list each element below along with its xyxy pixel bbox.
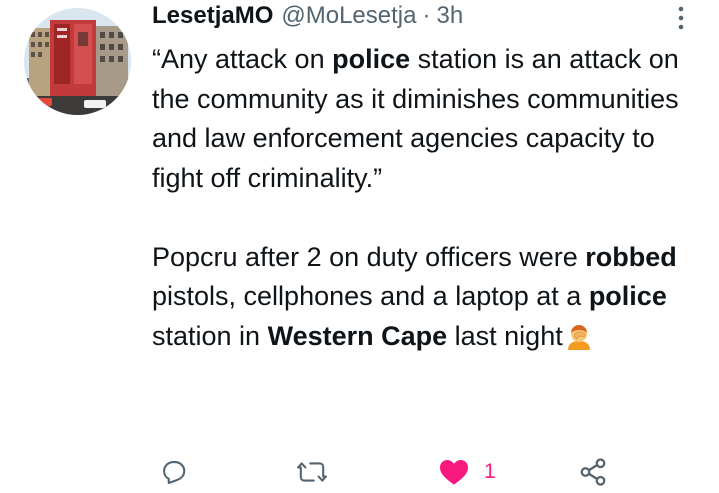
text-run: station in xyxy=(152,320,268,351)
text-run: last night xyxy=(447,320,563,351)
author-handle[interactable]: @MoLesetja xyxy=(281,2,416,30)
face-palm-emoji xyxy=(565,323,593,363)
avatar-building-image xyxy=(24,8,131,115)
heart-filled-icon xyxy=(440,460,468,485)
like-count: 1 xyxy=(484,460,496,483)
tweet-paragraph-2: Popcru after 2 on duty officers were rob… xyxy=(152,238,712,363)
bold-text: Western Cape xyxy=(267,320,448,351)
reply-button[interactable] xyxy=(160,452,188,492)
tweet-header: LesetjaMO @MoLesetja · 3h xyxy=(152,2,463,32)
retweet-button[interactable] xyxy=(296,452,328,492)
avatar[interactable] xyxy=(24,8,131,115)
tweet-text: “Any attack on police station is an atta… xyxy=(152,40,712,362)
more-options-icon[interactable] xyxy=(670,4,692,34)
text-run: “Any attack on xyxy=(152,44,333,74)
share-button[interactable] xyxy=(578,452,608,492)
like-button[interactable]: 1 xyxy=(438,452,496,492)
tweet-paragraph-1: “Any attack on police station is an atta… xyxy=(152,40,712,198)
timestamp[interactable]: 3h xyxy=(436,2,463,30)
text-run: Popcru after 2 on duty officers were xyxy=(152,241,586,272)
bold-text: robbed xyxy=(585,241,677,272)
bold-text: police xyxy=(588,281,667,311)
separator-dot: · xyxy=(422,2,431,29)
author-name[interactable]: LesetjaMO xyxy=(152,2,273,30)
tweet-actions: 1 xyxy=(0,452,719,492)
text-run: pistols, cellphones and a laptop at a xyxy=(152,281,589,311)
reply-icon xyxy=(163,461,186,485)
bold-text: police xyxy=(332,44,411,74)
share-icon xyxy=(580,458,606,486)
retweet-icon xyxy=(297,462,327,482)
